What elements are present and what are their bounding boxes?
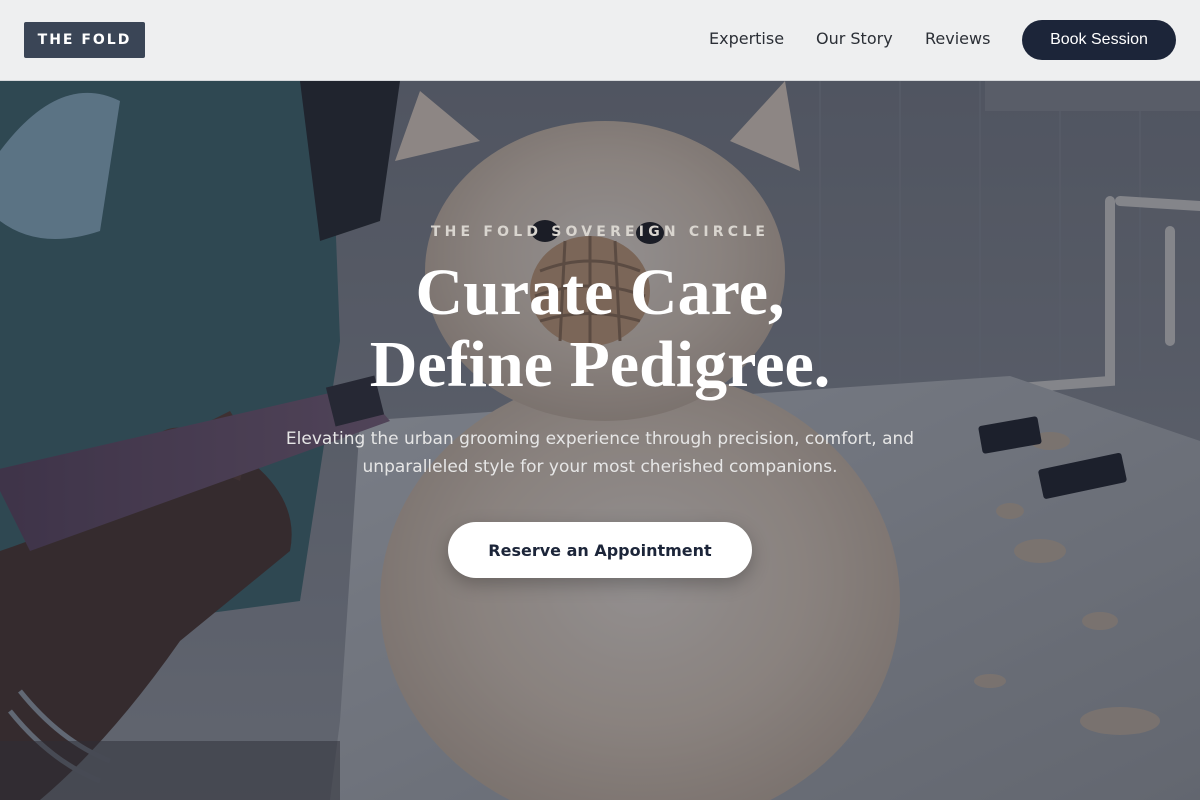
hero-section: THE FOLD SOVEREIGN CIRCLE Curate Care, D…: [0, 81, 1200, 800]
reserve-appointment-button[interactable]: Reserve an Appointment: [448, 522, 752, 578]
hero-headline: Curate Care, Define Pedigree.: [0, 257, 1200, 401]
nav-link-expertise[interactable]: Expertise: [709, 29, 784, 48]
brand-logo[interactable]: THE FOLD: [24, 22, 145, 58]
hero-subtext: Elevating the urban grooming experience …: [285, 429, 915, 477]
nav-link-reviews[interactable]: Reviews: [925, 29, 990, 48]
hero-headline-line-1: Curate Care,: [415, 256, 785, 329]
site-header: THE FOLD Expertise Our Story Reviews Boo…: [0, 0, 1200, 81]
nav-link-our-story[interactable]: Our Story: [816, 29, 893, 48]
hero-headline-line-2: Define Pedigree.: [369, 328, 831, 401]
hero-eyebrow: THE FOLD SOVEREIGN CIRCLE: [430, 224, 770, 240]
book-session-button[interactable]: Book Session: [1022, 20, 1176, 60]
